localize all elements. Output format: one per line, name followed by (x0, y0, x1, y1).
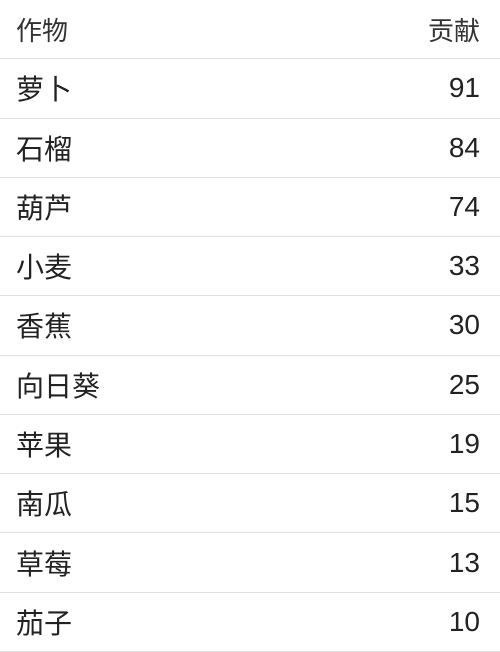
table-row: 苹果19 (0, 415, 500, 474)
cell-contribution: 25 (250, 369, 500, 401)
cell-crop: 香蕉 (0, 305, 250, 345)
cell-crop: 萝卜 (0, 68, 250, 108)
data-table: 作物 贡献 萝卜91石榴84葫芦74小麦33香蕉30向日葵25苹果19南瓜15草… (0, 0, 500, 652)
header-crop: 作物 (0, 11, 250, 48)
cell-contribution: 10 (250, 606, 500, 638)
cell-crop: 苹果 (0, 424, 250, 464)
cell-crop: 草莓 (0, 543, 250, 583)
table-row: 南瓜15 (0, 474, 500, 533)
cell-crop: 南瓜 (0, 483, 250, 523)
table-row: 向日葵25 (0, 356, 500, 415)
table-row: 葫芦74 (0, 178, 500, 237)
cell-contribution: 84 (250, 132, 500, 164)
table-row: 小麦33 (0, 237, 500, 296)
cell-contribution: 15 (250, 487, 500, 519)
table-row: 茄子10 (0, 593, 500, 652)
cell-contribution: 19 (250, 428, 500, 460)
cell-contribution: 30 (250, 309, 500, 341)
table-row: 石榴84 (0, 119, 500, 178)
cell-contribution: 91 (250, 72, 500, 104)
cell-contribution: 74 (250, 191, 500, 223)
cell-contribution: 33 (250, 250, 500, 282)
header-contribution: 贡献 (250, 11, 500, 48)
table-row: 草莓13 (0, 533, 500, 592)
table-row: 萝卜91 (0, 59, 500, 118)
table-row: 香蕉30 (0, 296, 500, 355)
cell-crop: 茄子 (0, 602, 250, 642)
cell-contribution: 13 (250, 547, 500, 579)
cell-crop: 小麦 (0, 246, 250, 286)
table-header-row: 作物 贡献 (0, 0, 500, 59)
cell-crop: 向日葵 (0, 365, 250, 405)
cell-crop: 葫芦 (0, 187, 250, 227)
cell-crop: 石榴 (0, 128, 250, 168)
